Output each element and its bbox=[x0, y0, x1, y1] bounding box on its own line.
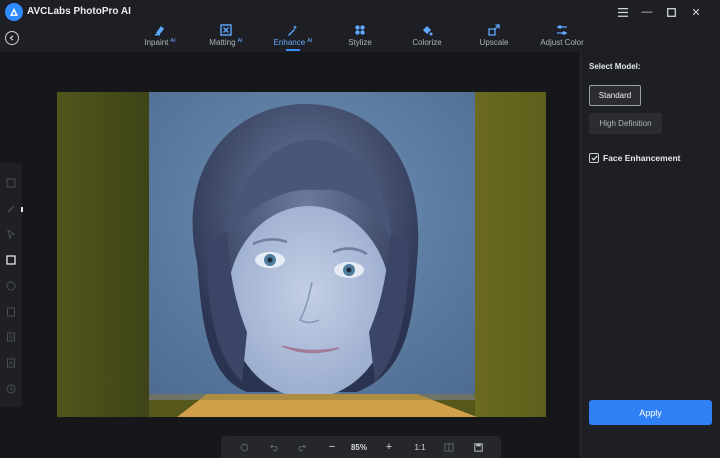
crop-icon[interactable] bbox=[5, 177, 17, 189]
inpaint-icon bbox=[155, 26, 164, 36]
title-bar: AVCLabs PhotoPro AI — ✕ bbox=[0, 0, 720, 24]
model-standard-button[interactable]: Standard bbox=[589, 85, 641, 106]
settings-panel: Select Model: Standard High Definition F… bbox=[580, 52, 720, 458]
zoom-out-button[interactable]: − bbox=[325, 440, 339, 454]
compare-icon[interactable] bbox=[442, 440, 456, 454]
back-button[interactable] bbox=[5, 31, 19, 45]
tab-adjust-color[interactable]: Adjust Color bbox=[538, 24, 586, 52]
stylize-icon bbox=[355, 25, 365, 35]
tab-label: Enhance bbox=[273, 38, 306, 47]
tab-matting[interactable]: Matting AI bbox=[206, 24, 246, 52]
tab-underline bbox=[286, 49, 300, 51]
zoom-in-button[interactable]: + bbox=[382, 440, 396, 454]
apply-button[interactable]: Apply bbox=[589, 400, 712, 425]
history-icon[interactable] bbox=[5, 383, 17, 395]
portrait-image bbox=[57, 92, 546, 417]
actual-size-button[interactable]: 1:1 bbox=[411, 440, 429, 454]
tab-enhance[interactable]: Enhance AI bbox=[272, 24, 314, 52]
paste-icon[interactable] bbox=[5, 331, 17, 343]
app-window: AVCLabs PhotoPro AI — ✕ Inpaint AI Mattin… bbox=[0, 0, 720, 458]
lasso-icon[interactable] bbox=[5, 280, 17, 292]
minimize-button[interactable]: — bbox=[637, 2, 657, 22]
face-enhancement-toggle[interactable]: Face Enhancement bbox=[589, 153, 680, 163]
tab-label: Matting bbox=[209, 38, 236, 47]
tab-label: Inpaint bbox=[144, 38, 169, 47]
enhance-icon bbox=[288, 25, 298, 36]
ai-badge: AI bbox=[307, 38, 313, 44]
tab-stylize[interactable]: Stylize bbox=[346, 24, 374, 52]
checkbox-checked-icon[interactable] bbox=[589, 153, 599, 163]
tool-rail bbox=[0, 163, 22, 407]
reset-icon[interactable] bbox=[237, 440, 251, 454]
redo-icon[interactable] bbox=[295, 440, 309, 454]
tab-label: Upscale bbox=[479, 38, 509, 47]
tab-inpaint[interactable]: Inpaint AI bbox=[142, 24, 178, 52]
tab-label: Colorize bbox=[412, 38, 442, 47]
photo-canvas[interactable] bbox=[57, 92, 546, 417]
tab-bar: Inpaint AI Matting AI Enhance AI Stylize Co… bbox=[0, 24, 720, 52]
adjust-color-icon bbox=[557, 25, 567, 35]
face-enhancement-label: Face Enhancement bbox=[603, 153, 681, 163]
active-tool-marker bbox=[21, 207, 23, 212]
rect-select-icon[interactable] bbox=[5, 254, 17, 266]
maximize-button[interactable] bbox=[661, 2, 681, 22]
upscale-icon bbox=[488, 24, 500, 36]
brush-icon[interactable] bbox=[5, 203, 17, 215]
copy-icon[interactable] bbox=[5, 306, 17, 318]
tab-label: Stylize bbox=[348, 38, 372, 47]
close-button[interactable]: ✕ bbox=[686, 2, 706, 22]
menu-icon[interactable] bbox=[613, 2, 633, 22]
tab-upscale[interactable]: Upscale bbox=[479, 24, 509, 52]
app-logo-icon bbox=[5, 3, 23, 21]
tab-label: Adjust Color bbox=[540, 38, 584, 47]
zoom-toolbar: − 85% + 1:1 bbox=[221, 436, 501, 458]
tab-colorize[interactable]: Colorize bbox=[412, 24, 442, 52]
save-icon[interactable] bbox=[471, 440, 485, 454]
select-model-label: Select Model: bbox=[589, 62, 641, 71]
select-icon[interactable] bbox=[5, 228, 17, 240]
ai-badge: AI bbox=[237, 38, 243, 44]
zoom-level: 85% bbox=[350, 442, 367, 452]
layer-icon[interactable] bbox=[5, 357, 17, 369]
matting-icon bbox=[220, 24, 232, 36]
undo-icon[interactable] bbox=[266, 440, 280, 454]
model-high-definition-button[interactable]: High Definition bbox=[589, 113, 662, 134]
ai-badge: AI bbox=[170, 38, 176, 44]
colorize-icon bbox=[423, 26, 433, 36]
app-title: AVCLabs PhotoPro AI bbox=[27, 6, 131, 17]
